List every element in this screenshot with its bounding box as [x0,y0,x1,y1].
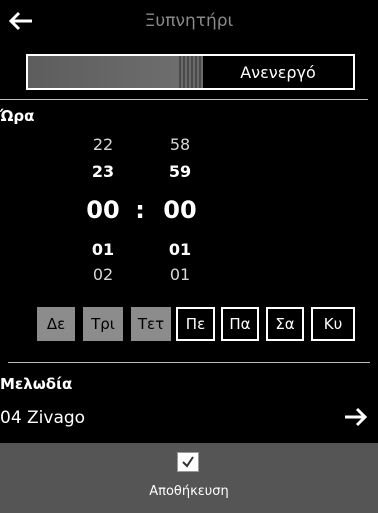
divider [0,99,368,100]
melody-section-label: Μελωδία [0,375,73,393]
time-section-label: Ώρα [0,107,35,125]
divider [8,362,370,363]
day-button-sun[interactable]: Κυ [311,307,355,341]
hour-next1: 01 [91,240,115,259]
right-arrow-icon[interactable] [342,404,368,430]
slider-grip [179,56,203,88]
hour-current: 00 [86,196,120,224]
header-bar: Ξυπνητήρι [0,0,378,44]
minute-next1: 01 [168,240,192,259]
save-button[interactable]: Αποθήκευση [0,443,378,513]
melody-value: 04 Zivago [0,408,86,428]
time-separator: : [135,196,145,224]
day-button-thu[interactable]: Πε [176,307,215,341]
hour-prev2: 22 [92,135,114,154]
day-button-mon[interactable]: Δε [37,307,75,341]
minute-next2: 01 [169,265,191,284]
checkmark-icon [177,452,199,472]
day-button-wed[interactable]: Τετ [131,307,171,341]
hour-prev1: 23 [91,162,115,181]
save-label: Αποθήκευση [149,484,229,499]
toggle-slider-knob[interactable] [28,56,203,88]
minute-prev2: 58 [169,135,191,154]
hour-next2: 02 [92,265,114,284]
minute-prev1: 59 [168,162,192,181]
toggle-state-label: Ανενεργό [240,63,316,82]
minute-current: 00 [163,196,197,224]
day-button-fri[interactable]: Πα [221,307,259,341]
page-title: Ξυπνητήρι [144,11,234,31]
day-button-tue[interactable]: Τρι [83,307,123,341]
alarm-toggle[interactable]: Ανενεργό [26,54,355,90]
day-button-sat[interactable]: Σα [266,307,304,341]
